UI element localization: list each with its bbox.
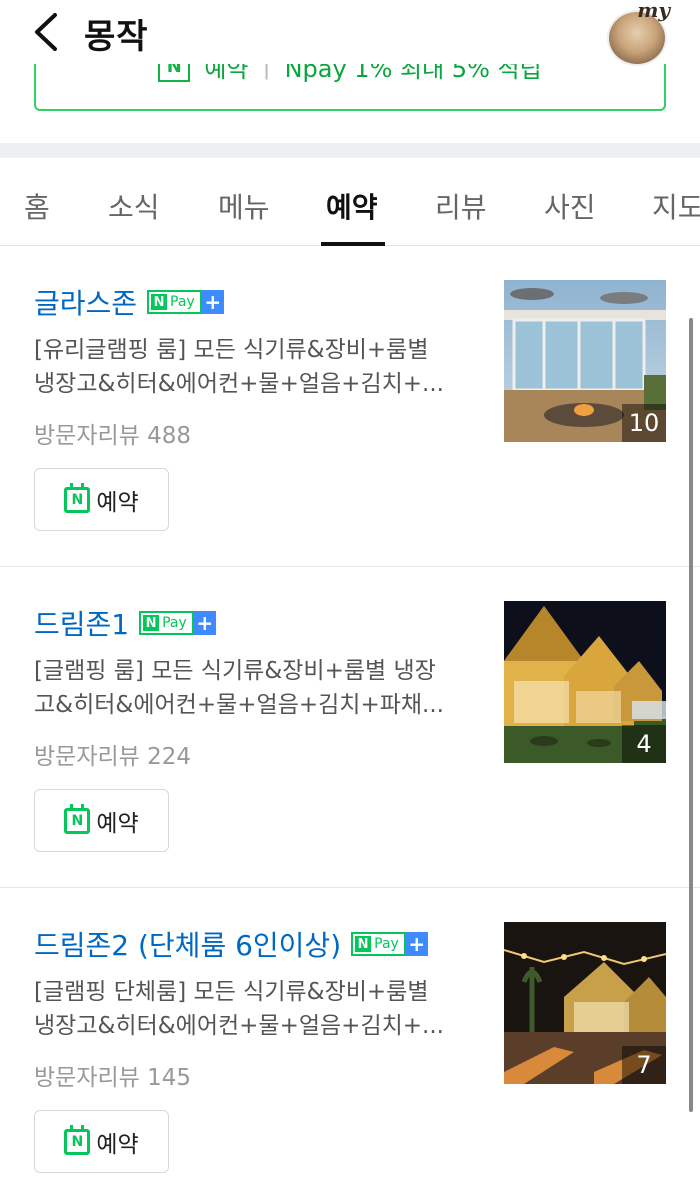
item-description: [글램핑 단체룸] 모든 식기류&장비+룸별 냉장고&히터&에어컨+물+얼음+김… [34, 975, 474, 1043]
top-app-bar: 몽작 my [0, 0, 700, 66]
list-item[interactable]: 드림존1 N Pay + [글램핑 룸] 모든 식기류&장비+룸별 냉장 고&히터… [0, 567, 700, 889]
photo-count: 10 [622, 404, 666, 442]
tab-home[interactable]: 홈 [24, 186, 50, 226]
naver-calendar-icon: N [64, 482, 91, 513]
npay-plus-badge: N Pay + [139, 611, 216, 635]
naver-calendar-icon: N [64, 1124, 91, 1155]
plus-icon: + [405, 932, 428, 956]
tab-reservation[interactable]: 예약 [326, 186, 378, 226]
item-description-line: [글램핑 단체룸] 모든 식기류&장비+룸별 [34, 979, 429, 1005]
item-description: [글램핑 룸] 모든 식기류&장비+룸별 냉장 고&히터&에어컨+물+얼음+김치… [34, 654, 474, 722]
reserve-button[interactable]: N 예약 [34, 468, 169, 531]
item-title[interactable]: 글라스존 [34, 282, 137, 322]
npay-plus-badge: N Pay + [351, 932, 428, 956]
avatar-badge: my [637, 0, 670, 22]
item-description-line: [글램핑 룸] 모든 식기류&장비+룸별 냉장 [34, 658, 436, 684]
tab-news[interactable]: 소식 [108, 186, 160, 226]
npay-label: Pay [374, 936, 399, 952]
item-description-line: 고&히터&에어컨+물+얼음+김치+파채... [34, 692, 444, 718]
avatar[interactable]: my [606, 0, 670, 66]
item-description-line: 냉장고&히터&에어컨+물+얼음+김치+... [34, 1013, 444, 1039]
naver-calendar-icon: N [64, 803, 91, 834]
item-title-row: 글라스존 N Pay + [34, 282, 224, 322]
visitor-review-count[interactable]: 방문자리뷰 145 [34, 1058, 191, 1092]
visitor-review-count[interactable]: 방문자리뷰 224 [34, 737, 191, 771]
item-title[interactable]: 드림존2 (단체룸 6인이상) [34, 924, 341, 964]
photo-count: 7 [622, 1046, 666, 1084]
item-photo[interactable]: 4 [504, 601, 666, 763]
list-item[interactable]: 글라스존 N Pay + [유리글램핑 룸] 모든 식기류&장비+룸별 냉장고&히… [0, 246, 700, 568]
item-description: [유리글램핑 룸] 모든 식기류&장비+룸별 냉장고&히터&에어컨+물+얼음+김… [34, 333, 474, 401]
npay-label: Pay [162, 615, 187, 631]
tab-photos[interactable]: 사진 [544, 186, 596, 226]
npay-label: Pay [170, 294, 195, 310]
item-photo[interactable]: 7 [504, 922, 666, 1084]
page-title: 몽작 [84, 17, 149, 57]
tab-map[interactable]: 지도 [652, 186, 700, 226]
plus-icon: + [201, 290, 224, 314]
item-title[interactable]: 드림존1 [34, 603, 129, 643]
scrollbar[interactable] [689, 318, 693, 1112]
reserve-button[interactable]: N 예약 [34, 1110, 169, 1173]
chevron-left-icon [35, 13, 57, 51]
reserve-button-label: 예약 [96, 489, 139, 516]
naver-n-icon: N [151, 294, 168, 310]
reserve-button-label: 예약 [96, 810, 139, 837]
reserve-button-label: 예약 [96, 1131, 139, 1158]
npay-plus-badge: N Pay + [147, 290, 224, 314]
tab-menu[interactable]: 메뉴 [218, 186, 270, 226]
back-button[interactable] [22, 8, 70, 56]
list-item[interactable]: 드림존2 (단체룸 6인이상) N Pay + [글램핑 단체룸] 모든 식기류&… [0, 888, 700, 1190]
item-title-row: 드림존2 (단체룸 6인이상) N Pay + [34, 924, 428, 964]
photo-count: 4 [622, 725, 666, 763]
item-photo[interactable]: 10 [504, 280, 666, 442]
naver-n-icon: N [355, 936, 372, 952]
item-description-line: 냉장고&히터&에어컨+물+얼음+김치+... [34, 371, 444, 397]
plus-icon: + [193, 611, 216, 635]
naver-n-icon: N [143, 615, 160, 631]
item-description-line: [유리글램핑 룸] 모든 식기류&장비+룸별 [34, 337, 429, 363]
reserve-button[interactable]: N 예약 [34, 789, 169, 852]
visitor-review-count[interactable]: 방문자리뷰 488 [34, 416, 191, 450]
section-divider [0, 143, 700, 158]
tab-review[interactable]: 리뷰 [435, 186, 487, 226]
item-title-row: 드림존1 N Pay + [34, 603, 216, 643]
tab-bar: 홈 소식 메뉴 예약 리뷰 사진 지도 [0, 158, 700, 246]
